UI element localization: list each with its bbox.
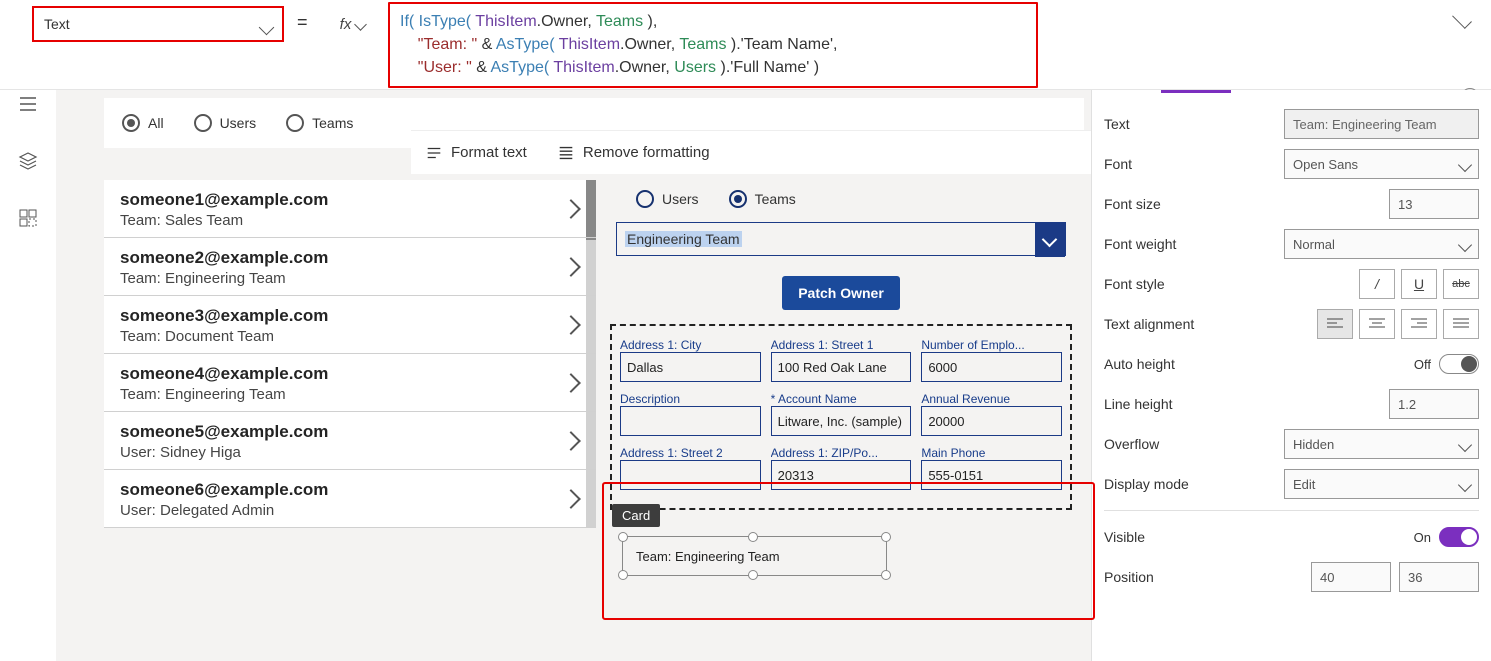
property-dropdown-text: Text <box>44 16 70 32</box>
filter-users[interactable]: Users <box>194 114 257 132</box>
strikethrough-button[interactable]: abc <box>1443 269 1479 299</box>
form-input[interactable]: 6000 <box>921 352 1062 382</box>
form-label: Number of Emplo... <box>921 332 1062 352</box>
visible-toggle[interactable] <box>1439 527 1479 547</box>
prop-displaymode-dropdown[interactable]: Edit <box>1284 469 1479 499</box>
chevron-right-icon[interactable] <box>561 489 581 509</box>
form-label: Address 1: Street 2 <box>620 440 761 460</box>
prop-font-label: Font <box>1104 156 1284 172</box>
list-item[interactable]: someone1@example.comTeam: Sales Team <box>104 180 596 238</box>
components-icon[interactable] <box>18 208 38 231</box>
filter-all[interactable]: All <box>122 114 164 132</box>
form-label: Main Phone <box>921 440 1062 460</box>
list-item[interactable]: someone4@example.comTeam: Engineering Te… <box>104 354 596 412</box>
owner-teams-radio[interactable]: Teams <box>729 190 796 208</box>
prop-fontstyle-label: Font style <box>1104 276 1284 292</box>
formula-editor[interactable]: If( IsType( ThisItem.Owner, Teams ), "Te… <box>388 2 1038 88</box>
prop-text-value[interactable]: Team: Engineering Team <box>1284 109 1479 139</box>
form-input[interactable]: 100 Red Oak Lane <box>771 352 912 382</box>
layers-icon[interactable] <box>18 151 38 174</box>
align-justify-button[interactable] <box>1443 309 1479 339</box>
form-label: Address 1: City <box>620 332 761 352</box>
form-input[interactable] <box>620 460 761 490</box>
prop-lineheight-input[interactable]: 1.2 <box>1389 389 1479 419</box>
properties-panel: TextTeam: Engineering Team FontOpen Sans… <box>1091 90 1491 661</box>
format-text-button[interactable]: Format text <box>425 144 527 162</box>
prop-position-x[interactable]: 40 <box>1311 562 1391 592</box>
autoheight-toggle[interactable] <box>1439 354 1479 374</box>
prop-displaymode-label: Display mode <box>1104 476 1284 492</box>
prop-overflow-dropdown[interactable]: Hidden <box>1284 429 1479 459</box>
property-dropdown[interactable]: Text <box>32 6 284 42</box>
prop-autoheight-label: Auto height <box>1104 356 1284 372</box>
prop-position-label: Position <box>1104 569 1284 585</box>
chevron-right-icon[interactable] <box>561 431 581 451</box>
chevron-right-icon[interactable] <box>561 199 581 219</box>
form-label: Address 1: ZIP/Po... <box>771 440 912 460</box>
form-input[interactable]: 20000 <box>921 406 1062 436</box>
chevron-right-icon[interactable] <box>561 257 581 277</box>
form-label: Annual Revenue <box>921 386 1062 406</box>
underline-button[interactable]: U <box>1401 269 1437 299</box>
form-label: Account Name <box>771 386 912 406</box>
form-label: Address 1: Street 1 <box>771 332 912 352</box>
card-tooltip: Card <box>612 504 660 527</box>
selected-card-text: Team: Engineering Team <box>636 549 780 564</box>
chevron-right-icon[interactable] <box>561 315 581 335</box>
prop-fontweight-label: Font weight <box>1104 236 1284 252</box>
list-item[interactable]: someone6@example.comUser: Delegated Admi… <box>104 470 596 528</box>
prop-align-label: Text alignment <box>1104 316 1284 332</box>
form-input[interactable]: 555-0151 <box>921 460 1062 490</box>
form-label: Description <box>620 386 761 406</box>
form-input[interactable]: Litware, Inc. (sample) <box>771 406 912 436</box>
prop-fontweight-dropdown[interactable]: Normal <box>1284 229 1479 259</box>
italic-button[interactable]: / <box>1359 269 1395 299</box>
team-dropdown[interactable]: Engineering Team <box>616 222 1066 256</box>
form-input[interactable]: 20313 <box>771 460 912 490</box>
prop-font-dropdown[interactable]: Open Sans <box>1284 149 1479 179</box>
prop-position-y[interactable]: 36 <box>1399 562 1479 592</box>
prop-lineheight-label: Line height <box>1104 396 1284 412</box>
prop-fontsize-input[interactable]: 13 <box>1389 189 1479 219</box>
align-left-button[interactable] <box>1317 309 1353 339</box>
format-toolbar: Format text Remove formatting <box>411 130 1091 174</box>
chevron-right-icon[interactable] <box>561 373 581 393</box>
prop-visible-label: Visible <box>1104 529 1284 545</box>
align-center-button[interactable] <box>1359 309 1395 339</box>
canvas-area: All Users Teams Format text Remove forma… <box>56 90 1091 661</box>
remove-formatting-button[interactable]: Remove formatting <box>557 144 710 162</box>
left-nav-rail <box>0 90 56 661</box>
prop-text-label: Text <box>1104 116 1284 132</box>
tab-indicator <box>1161 90 1231 93</box>
equals-sign: = <box>297 12 308 33</box>
prop-overflow-label: Overflow <box>1104 436 1284 452</box>
edit-form: Address 1: CityDallas Address 1: Street … <box>610 324 1072 510</box>
owner-users-radio[interactable]: Users <box>636 190 699 208</box>
owner-type-radio-group: Users Teams <box>596 180 1086 212</box>
filter-teams[interactable]: Teams <box>286 114 353 132</box>
list-item[interactable]: someone2@example.comTeam: Engineering Te… <box>104 238 596 296</box>
fx-button[interactable]: fx <box>325 6 380 42</box>
list-item[interactable]: someone3@example.comTeam: Document Team <box>104 296 596 354</box>
list-item[interactable]: someone5@example.comUser: Sidney Higa <box>104 412 596 470</box>
hamburger-icon[interactable] <box>18 94 38 117</box>
prop-fontsize-label: Font size <box>1104 196 1284 212</box>
form-input[interactable]: Dallas <box>620 352 761 382</box>
gallery: someone1@example.comTeam: Sales Team som… <box>104 180 596 528</box>
form-input[interactable] <box>620 406 761 436</box>
align-right-button[interactable] <box>1401 309 1437 339</box>
chevron-down-icon[interactable] <box>1035 223 1065 257</box>
patch-owner-button[interactable]: Patch Owner <box>782 276 900 310</box>
